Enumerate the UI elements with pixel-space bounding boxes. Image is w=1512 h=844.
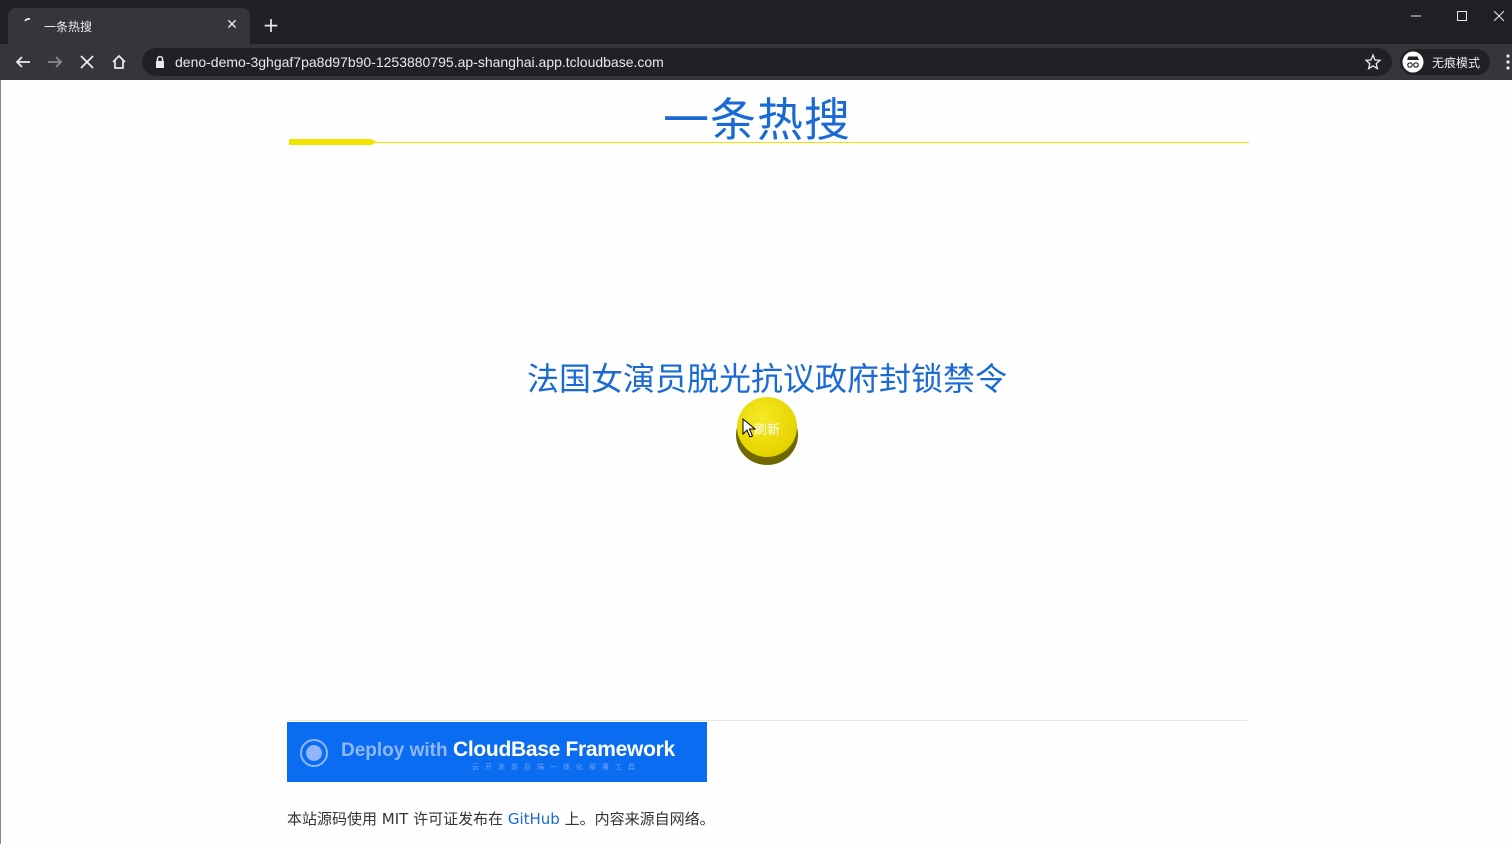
loading-spinner-icon [24,18,31,22]
tab-title: 一条热搜 [44,20,93,34]
stop-button[interactable] [73,48,101,76]
browser-toolbar: deno-demo-3ghgaf7pa8d97b90-1253880795.ap… [0,44,1512,80]
badge-prefix: Deploy with [341,740,448,761]
maximize-icon[interactable] [1439,0,1485,32]
page-content: 一条热搜 法国女演员脱光抗议政府封锁禁令 刷新 Deploy with Clou… [0,80,1512,844]
minimize-icon[interactable] [1393,0,1439,32]
close-icon [80,55,94,69]
github-link[interactable]: GitHub [508,810,560,828]
arrow-left-icon [15,56,30,68]
mouse-cursor-icon [742,418,756,438]
home-icon [112,54,126,69]
home-button[interactable] [105,48,133,76]
footer-divider [289,720,1247,721]
address-bar[interactable]: deno-demo-3ghgaf7pa8d97b90-1253880795.ap… [142,48,1392,76]
url-text: deno-demo-3ghgaf7pa8d97b90-1253880795.ap… [175,54,664,70]
more-vert-icon[interactable] [1500,50,1512,74]
title-divider [289,142,1249,143]
star-icon[interactable] [1364,53,1382,71]
footer-text-before: 本站源码使用 MIT 许可证发布在 [287,810,508,828]
footer-text-after: 上。内容来源自网络。 [559,810,715,828]
deploy-with-cloudbase-badge[interactable]: Deploy with CloudBase Framework 云开发前后端一体… [287,722,707,782]
arrow-right-icon [48,56,63,68]
hot-search-headline[interactable]: 法国女演员脱光抗议政府封锁禁令 [1,354,1512,400]
lock-icon [156,55,164,68]
new-tab-button[interactable]: + [260,14,282,36]
browser-titlebar: 一条热搜 ✕ + [0,0,1512,44]
back-button[interactable] [9,48,37,76]
incognito-icon [1402,51,1424,73]
cloudbase-logo-icon [300,739,328,767]
incognito-label: 无痕模式 [1432,55,1481,70]
close-window-icon[interactable] [1485,0,1512,32]
title-accent-bar [289,139,377,145]
browser-tab[interactable]: 一条热搜 ✕ [8,8,250,44]
forward-button[interactable] [41,48,69,76]
page-title: 一条热搜 [663,93,851,147]
badge-brand: CloudBase Framework [453,738,675,761]
tab-close-icon[interactable]: ✕ [224,17,240,33]
footer-license-text: 本站源码使用 MIT 许可证发布在 GitHub 上。内容来源自网络。 [287,808,715,829]
incognito-profile-button[interactable]: 无痕模式 [1400,49,1490,75]
badge-tagline: 云开发前后端一体化部署工具 [472,763,641,771]
